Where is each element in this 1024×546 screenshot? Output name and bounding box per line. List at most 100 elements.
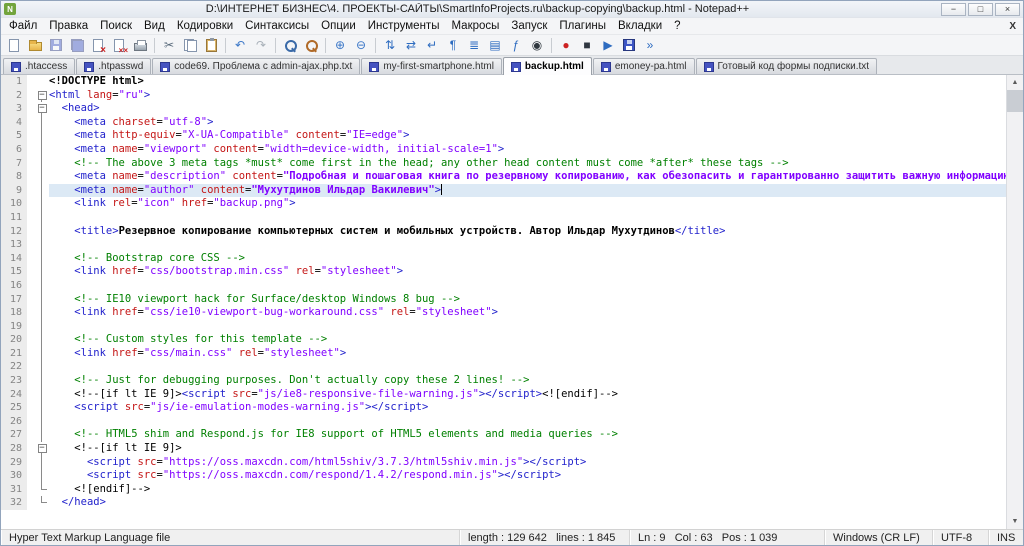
- cut-button[interactable]: ✂: [159, 36, 179, 54]
- editor-line[interactable]: 27 <!-- HTML5 shim and Respond.js for IE…: [1, 428, 1006, 443]
- zoom-in-button[interactable]: ⊕: [330, 36, 350, 54]
- zoom-out-button[interactable]: ⊖: [351, 36, 371, 54]
- menu-item[interactable]: Поиск: [94, 20, 138, 32]
- menu-item[interactable]: Инструменты: [362, 20, 446, 32]
- function-list-button[interactable]: ƒ: [506, 36, 526, 54]
- editor-line[interactable]: 22: [1, 360, 1006, 375]
- editor-line[interactable]: 26: [1, 414, 1006, 429]
- editor-line[interactable]: 20 <!-- Custom styles for this template …: [1, 333, 1006, 347]
- menu-item[interactable]: Опции: [315, 20, 362, 32]
- sync-vertical-scroll-button[interactable]: ⇅: [380, 36, 400, 54]
- editor-line[interactable]: 8 <meta name="description" content="Подр…: [1, 170, 1006, 184]
- menu-item[interactable]: Правка: [43, 20, 94, 32]
- editor-line[interactable]: 13: [1, 238, 1006, 252]
- editor-line[interactable]: 10 <link rel="icon" href="backup.png">: [1, 197, 1006, 211]
- menu-item[interactable]: Кодировки: [171, 20, 239, 32]
- fold-minus-icon[interactable]: −: [37, 444, 47, 454]
- scroll-down-icon[interactable]: ▼: [1007, 514, 1023, 529]
- editor-line[interactable]: 6 <meta name="viewport" content="width=d…: [1, 142, 1006, 157]
- replace-button[interactable]: [301, 36, 321, 54]
- editor-line[interactable]: 17 <!-- IE10 viewport hack for Surface/d…: [1, 292, 1006, 307]
- close-all-button[interactable]: [109, 36, 129, 55]
- save-macro-button[interactable]: [619, 36, 639, 54]
- sync-horizontal-scroll-button[interactable]: ⇄: [401, 36, 421, 54]
- scrollbar-track[interactable]: [1007, 112, 1023, 514]
- vertical-scrollbar[interactable]: ▲ ▼: [1006, 75, 1023, 529]
- file-tab[interactable]: backup.html: [502, 57, 592, 75]
- editor-line[interactable]: 32 </head>: [1, 496, 1006, 510]
- editor-line[interactable]: 7 <!-- The above 3 meta tags *must* come…: [1, 156, 1006, 171]
- start-record-macro-button[interactable]: ●: [556, 36, 576, 54]
- editor-line[interactable]: 28− <!--[if lt IE 9]>: [1, 442, 1006, 456]
- editor-line[interactable]: 2− <html lang="ru">: [1, 88, 1006, 103]
- monitoring-button[interactable]: ◉: [527, 36, 547, 54]
- print-button[interactable]: [130, 36, 150, 54]
- editor-line[interactable]: 19: [1, 319, 1006, 334]
- code-text: <!-- Custom styles for this template -->: [49, 333, 1006, 347]
- minimize-button[interactable]: −: [941, 2, 966, 16]
- menubar-close-icon[interactable]: X: [1009, 21, 1016, 32]
- menu-item[interactable]: Синтаксисы: [239, 20, 315, 32]
- bookmark-margin: [27, 360, 35, 375]
- menu-item[interactable]: ?: [668, 20, 686, 32]
- playback-macro-button[interactable]: ▶: [598, 36, 618, 54]
- open-folder-button[interactable]: [25, 36, 45, 54]
- menu-item[interactable]: Макросы: [445, 20, 505, 32]
- editor-line[interactable]: 23 <!-- Just for debugging purposes. Don…: [1, 374, 1006, 388]
- fold-collapse-icon[interactable]: −: [35, 442, 49, 456]
- menu-item[interactable]: Файл: [3, 20, 43, 32]
- scroll-up-icon[interactable]: ▲: [1007, 75, 1023, 90]
- indent-guide-button[interactable]: ≣: [464, 36, 484, 54]
- redo-button[interactable]: ↷: [251, 36, 271, 54]
- editor-line[interactable]: 11: [1, 210, 1006, 225]
- doc-map-button[interactable]: ▤: [485, 36, 505, 54]
- editor-line[interactable]: 15 <link href="css/bootstrap.min.css" re…: [1, 265, 1006, 279]
- editor-line[interactable]: 9 <meta name="author" content="Мухутдино…: [1, 183, 1006, 198]
- editor-line[interactable]: 25 <script src="js/ie-emulation-modes-wa…: [1, 401, 1006, 415]
- word-wrap-button[interactable]: ↵: [422, 36, 442, 54]
- editor-line[interactable]: 30 <script src="https://oss.maxcdn.com/r…: [1, 469, 1006, 483]
- copy-button[interactable]: [180, 36, 200, 54]
- file-tab[interactable]: Готовый код формы подписки.txt: [695, 58, 878, 74]
- editor-line[interactable]: 24 <!--[if lt IE 9]><script src="js/ie8-…: [1, 387, 1006, 402]
- fold-minus-icon[interactable]: −: [37, 104, 47, 114]
- save-button[interactable]: [46, 36, 66, 54]
- editor-line[interactable]: 4 <meta charset="utf-8">: [1, 115, 1006, 130]
- show-all-characters-button[interactable]: ¶: [443, 36, 463, 54]
- line-number: 2: [1, 88, 27, 103]
- editor-line[interactable]: 18 <link href="css/ie10-viewport-bug-wor…: [1, 306, 1006, 320]
- editor-line[interactable]: 16: [1, 278, 1006, 293]
- menu-item[interactable]: Вид: [138, 20, 171, 32]
- file-tab[interactable]: emoney-pa.html: [592, 58, 695, 74]
- editor-line[interactable]: 3− <head>: [1, 102, 1006, 116]
- editor-line[interactable]: 12 <title>Резервное копирование компьюте…: [1, 224, 1006, 239]
- menu-item[interactable]: Запуск: [505, 20, 553, 32]
- menu-item[interactable]: Вкладки: [612, 20, 668, 32]
- editor-line[interactable]: 5 <meta http-equiv="X-UA-Compatible" con…: [1, 129, 1006, 143]
- file-tab[interactable]: code69. Проблема с admin-ajax.php.txt: [152, 58, 361, 74]
- file-tab[interactable]: .htaccess: [3, 58, 76, 74]
- undo-button[interactable]: ↶: [230, 36, 250, 54]
- editor-line[interactable]: 29 <script src="https://oss.maxcdn.com/h…: [1, 455, 1006, 470]
- editor-line[interactable]: 1 <!DOCTYPE html>: [1, 75, 1006, 89]
- stop-record-macro-button[interactable]: ■: [577, 36, 597, 54]
- find-button[interactable]: [280, 36, 300, 54]
- editor-line[interactable]: 14 <!-- Bootstrap core CSS -->: [1, 251, 1006, 266]
- new-file-button[interactable]: [4, 36, 24, 54]
- file-tab[interactable]: .htpasswd: [76, 58, 152, 74]
- paste-button[interactable]: [201, 36, 221, 54]
- fold-collapse-icon[interactable]: −: [35, 88, 49, 103]
- file-tab[interactable]: my-first-smartphone.html: [361, 58, 502, 74]
- run-macro-multiple-button[interactable]: »: [640, 36, 660, 54]
- save-all-button[interactable]: [67, 36, 87, 54]
- fold-minus-icon[interactable]: −: [37, 90, 47, 100]
- close-file-button[interactable]: [88, 36, 108, 56]
- fold-collapse-icon[interactable]: −: [35, 102, 49, 116]
- editor-line[interactable]: 21 <link href="css/main.css" rel="styles…: [1, 346, 1006, 361]
- code-area[interactable]: 1 <!DOCTYPE html> 2− <html lang="ru"> 3− <he…: [1, 75, 1006, 529]
- close-button[interactable]: ×: [995, 2, 1020, 16]
- menu-item[interactable]: Плагины: [553, 20, 612, 32]
- maximize-button[interactable]: □: [968, 2, 993, 16]
- scrollbar-thumb[interactable]: [1007, 90, 1023, 112]
- editor-line[interactable]: 31 <![endif]-->: [1, 482, 1006, 497]
